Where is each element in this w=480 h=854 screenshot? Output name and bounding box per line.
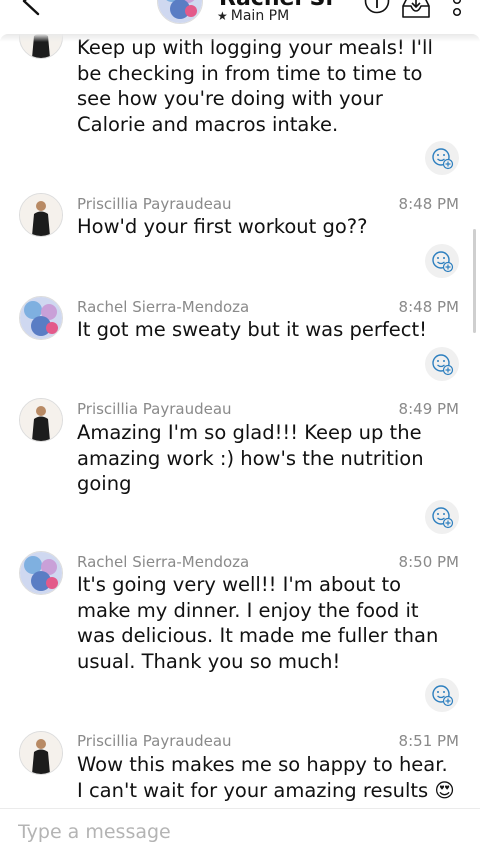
- info-icon[interactable]: [364, 0, 390, 18]
- header-subtitle: ★ Main PM: [217, 8, 289, 24]
- message-input[interactable]: [18, 818, 458, 846]
- scrollbar[interactable]: [473, 229, 476, 333]
- message-time: 8:51 PM: [398, 732, 459, 750]
- message-text: How'd your first workout go??: [77, 215, 368, 238]
- sender-avatar[interactable]: [19, 731, 63, 775]
- sender-name: Priscillia Payraudeau: [77, 195, 232, 213]
- add-reaction-icon: [432, 251, 454, 273]
- message-text-body: Wow this makes me so happy to hear. I ca…: [77, 753, 448, 802]
- chat-header: Rachel Si ★Main PM: [0, 0, 480, 42]
- sender-avatar[interactable]: [19, 193, 63, 237]
- add-reaction-icon: [432, 507, 454, 529]
- star-icon: ★: [217, 9, 228, 23]
- contact-avatar[interactable]: [157, 0, 203, 24]
- inbox-icon[interactable]: [400, 0, 432, 20]
- add-reaction-button[interactable]: [425, 244, 459, 278]
- more-vertical-icon[interactable]: [450, 0, 464, 22]
- sender-name: Rachel Sierra-Mendoza: [77, 298, 250, 316]
- add-reaction-button[interactable]: [425, 678, 459, 712]
- channel-label: Main PM: [230, 8, 290, 24]
- sender-avatar[interactable]: [19, 296, 63, 340]
- message-text: Keep up with logging your meals! I'll be…: [77, 36, 433, 136]
- sender-avatar[interactable]: [19, 398, 63, 442]
- add-reaction-icon: [432, 354, 454, 376]
- add-reaction-button[interactable]: [425, 500, 459, 534]
- message-text: Amazing I'm so glad!!! Keep up the amazi…: [77, 421, 424, 495]
- chevron-down-icon[interactable]: [312, 0, 328, 6]
- message-time: 8:49 PM: [398, 400, 459, 418]
- header-divider: [0, 34, 480, 42]
- sender-name: Priscillia Payraudeau: [77, 732, 232, 750]
- message-text: It's going very well!! I'm about to make…: [77, 573, 439, 673]
- sender-name: Priscillia Payraudeau: [77, 400, 232, 418]
- add-reaction-button[interactable]: [425, 347, 459, 381]
- sender-name: Rachel Sierra-Mendoza: [77, 553, 250, 571]
- add-reaction-icon: [432, 685, 454, 707]
- message-text: Wow this makes me so happy to hear. I ca…: [77, 752, 457, 803]
- sender-avatar[interactable]: [19, 551, 63, 595]
- message-time: 8:50 PM: [398, 553, 459, 571]
- message-time: 8:48 PM: [398, 195, 459, 213]
- message-time: 8:48 PM: [398, 298, 459, 316]
- message-text: It got me sweaty but it was perfect!: [77, 318, 427, 341]
- back-arrow-icon[interactable]: [18, 0, 48, 16]
- add-reaction-button[interactable]: [425, 141, 459, 175]
- add-reaction-icon: [432, 148, 454, 170]
- message-composer: [0, 808, 480, 854]
- heart-eyes-emoji: 😍: [434, 778, 455, 802]
